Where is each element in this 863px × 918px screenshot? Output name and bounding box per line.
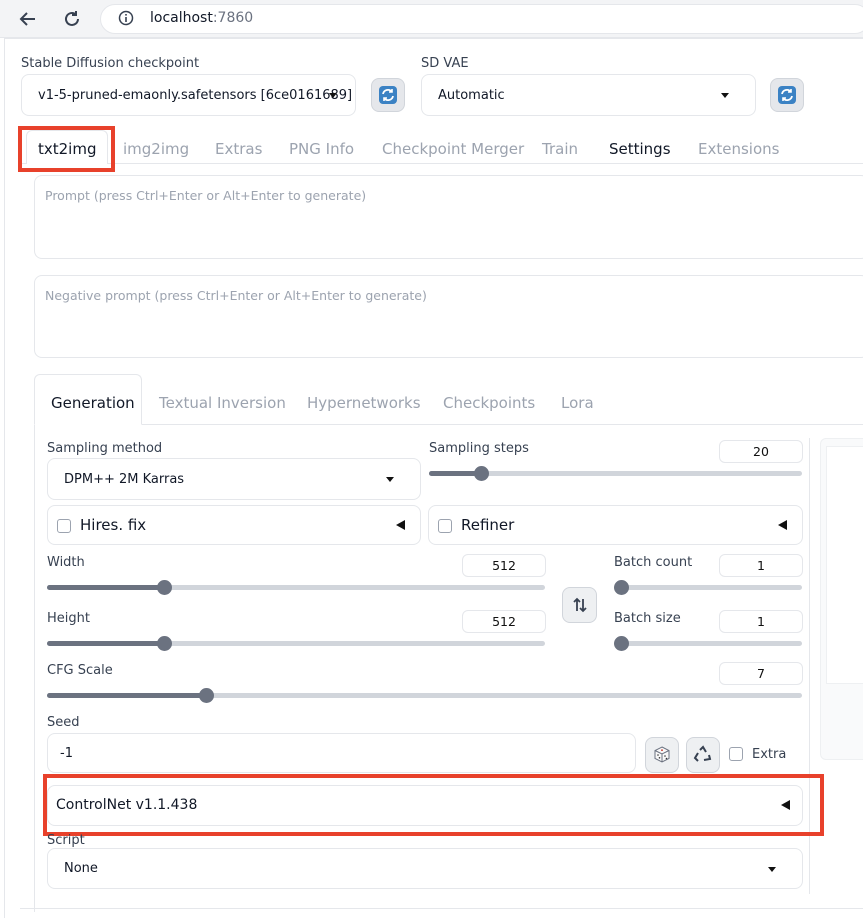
width-label: Width	[47, 555, 85, 570]
seed-value: -1	[60, 745, 73, 761]
script-value: None	[64, 861, 98, 876]
sampling-steps-input[interactable]: 20	[719, 440, 803, 463]
tab-textual-inversion[interactable]: Textual Inversion	[159, 394, 286, 412]
url-text: localhost:7860	[150, 10, 254, 26]
reuse-seed-button[interactable]	[686, 737, 720, 773]
panel-bottom-border	[20, 908, 863, 909]
vae-value: Automatic	[438, 87, 505, 103]
output-image-area	[826, 446, 863, 684]
tab-checkpoint-merger[interactable]: Checkpoint Merger	[382, 140, 524, 158]
height-fill	[47, 641, 165, 646]
prompt-input[interactable]: Prompt (press Ctrl+Enter or Alt+Enter to…	[34, 175, 863, 259]
script-label: Script	[47, 833, 85, 848]
chevron-down-icon	[768, 866, 776, 872]
hires-fix-label: Hires. fix	[80, 516, 147, 534]
checkpoint-select[interactable]: v1-5-pruned-emaonly.safetensors [6ce0161…	[21, 74, 356, 116]
hires-fix-checkbox[interactable]	[57, 519, 71, 533]
tabs-divider	[21, 163, 863, 164]
width-thumb[interactable]	[157, 580, 173, 595]
negative-prompt-placeholder: Negative prompt (press Ctrl+Enter or Alt…	[45, 288, 427, 303]
cfg-scale-label: CFG Scale	[47, 663, 113, 678]
checkpoint-value: v1-5-pruned-emaonly.safetensors [6ce0161…	[38, 87, 353, 103]
batch-count-input[interactable]: 1	[719, 554, 803, 577]
info-icon[interactable]	[118, 10, 134, 30]
seed-label: Seed	[47, 715, 80, 730]
sampling-steps-slider[interactable]	[429, 466, 802, 481]
tab-img2img[interactable]: img2img	[123, 140, 189, 158]
height-slider[interactable]	[47, 636, 545, 651]
height-label: Height	[47, 611, 90, 626]
collapse-arrow-icon[interactable]	[778, 520, 787, 530]
swap-icon	[572, 597, 587, 613]
tab-extras[interactable]: Extras	[215, 140, 262, 158]
chevron-down-icon	[329, 93, 337, 98]
batch-count-label: Batch count	[614, 555, 693, 570]
swap-dimensions-button[interactable]	[562, 587, 597, 623]
chevron-down-icon	[721, 93, 729, 98]
reload-icon[interactable]	[59, 6, 85, 32]
refresh-vae-button[interactable]	[770, 78, 804, 112]
tab-hypernetworks[interactable]: Hypernetworks	[307, 394, 421, 412]
script-select[interactable]: None	[47, 848, 803, 889]
batch-count-slider[interactable]	[614, 580, 802, 595]
vae-label: SD VAE	[421, 56, 469, 71]
sampling-steps-label: Sampling steps	[429, 441, 529, 456]
cfg-scale-thumb[interactable]	[198, 688, 214, 703]
extra-seed-label: Extra	[752, 747, 787, 762]
batch-size-input[interactable]: 1	[719, 610, 803, 633]
recycle-icon	[693, 745, 712, 762]
back-arrow-icon[interactable]	[15, 6, 41, 32]
collapse-arrow-icon[interactable]	[396, 520, 405, 530]
width-fill	[47, 585, 165, 590]
refresh-checkpoint-button[interactable]	[371, 78, 405, 112]
tab-train[interactable]: Train	[542, 140, 578, 158]
tab-png-info[interactable]: PNG Info	[289, 140, 354, 158]
cfg-scale-slider[interactable]	[47, 688, 802, 703]
cfg-scale-input[interactable]: 7	[719, 662, 803, 685]
refiner-checkbox[interactable]	[438, 519, 452, 533]
refiner-label: Refiner	[461, 516, 515, 534]
tab-settings[interactable]: Settings	[609, 140, 671, 158]
sampling-method-label: Sampling method	[47, 441, 163, 456]
tab-lora[interactable]: Lora	[561, 394, 594, 412]
tab-generation[interactable]: Generation	[51, 394, 135, 412]
batch-size-label: Batch size	[614, 611, 681, 626]
random-seed-button[interactable]	[645, 737, 679, 773]
negative-prompt-input[interactable]: Negative prompt (press Ctrl+Enter or Alt…	[34, 275, 863, 358]
tab-checkpoints[interactable]: Checkpoints	[443, 394, 535, 412]
cfg-scale-fill	[47, 693, 206, 698]
vae-select[interactable]: Automatic	[421, 74, 756, 116]
refresh-icon	[379, 86, 397, 104]
dice-icon	[654, 746, 670, 763]
highlight-controlnet	[43, 774, 824, 836]
chevron-down-icon	[386, 477, 394, 482]
seed-input[interactable]: -1	[47, 733, 636, 773]
highlight-txt2img	[18, 126, 115, 172]
extra-seed-checkbox[interactable]	[729, 747, 743, 761]
refresh-icon	[778, 86, 796, 104]
width-slider[interactable]	[47, 580, 545, 595]
prompt-placeholder: Prompt (press Ctrl+Enter or Alt+Enter to…	[45, 188, 367, 203]
checkpoint-label: Stable Diffusion checkpoint	[21, 56, 200, 71]
sampling-method-select[interactable]: DPM++ 2M Karras	[47, 458, 421, 500]
batch-count-thumb[interactable]	[614, 580, 629, 595]
tab-extensions[interactable]: Extensions	[698, 140, 779, 158]
width-input[interactable]: 512	[462, 554, 546, 577]
batch-size-thumb[interactable]	[614, 636, 629, 651]
batch-size-slider[interactable]	[614, 636, 802, 651]
height-thumb[interactable]	[157, 636, 173, 651]
height-input[interactable]: 512	[462, 610, 546, 633]
sampling-method-value: DPM++ 2M Karras	[64, 471, 185, 487]
